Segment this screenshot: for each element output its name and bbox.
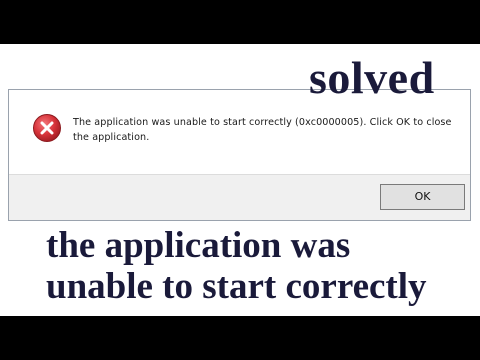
- bottom-letterbox-bar: [0, 316, 480, 360]
- headline-caption: the application was unable to start corr…: [46, 225, 476, 307]
- headline-line-1: the application was: [46, 225, 351, 266]
- solved-caption: solved: [309, 52, 435, 103]
- top-letterbox-bar: [0, 0, 480, 44]
- headline-line-2: unable to start correctly: [46, 266, 427, 307]
- dialog-message: The application was unable to start corr…: [73, 117, 452, 143]
- ok-button[interactable]: OK: [380, 184, 465, 210]
- error-icon: [32, 113, 62, 143]
